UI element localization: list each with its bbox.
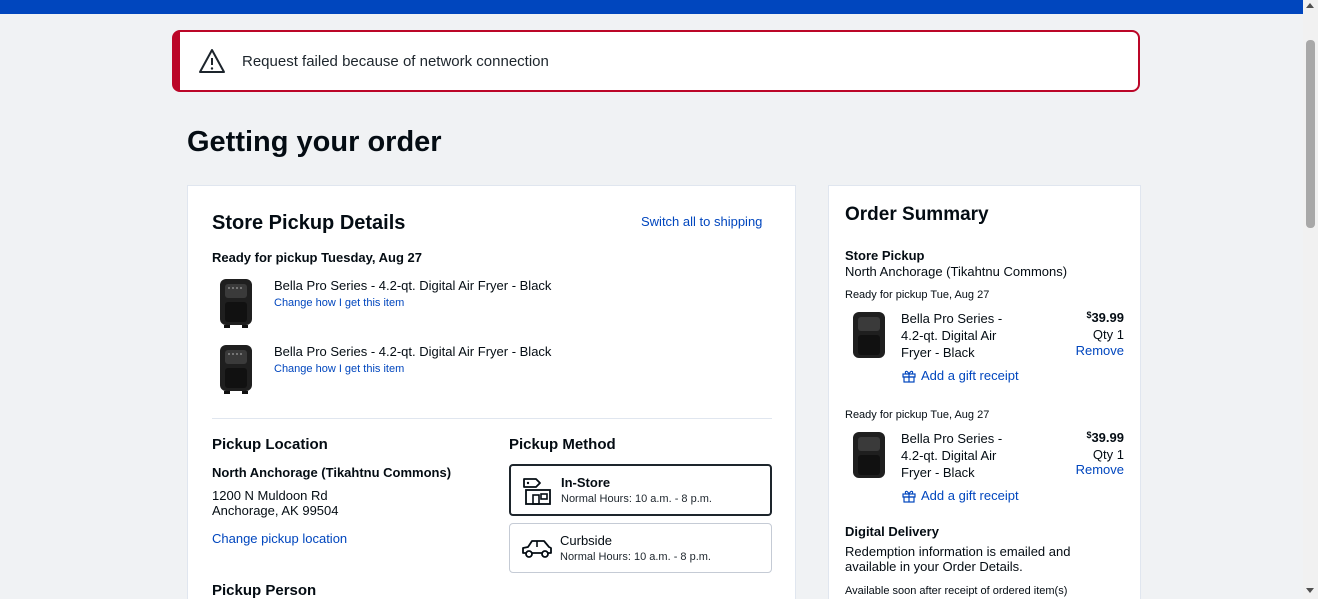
summary-item-price: $39.99 bbox=[1086, 430, 1124, 445]
summary-ready-date: Ready for pickup Tue, Aug 27 bbox=[845, 409, 990, 421]
digital-delivery-text-line2: available in your Order Details. bbox=[845, 559, 1023, 574]
in-store-hours: Normal Hours: 10 a.m. - 8 p.m. bbox=[561, 493, 712, 505]
warning-icon bbox=[199, 49, 225, 73]
air-fryer-product-image bbox=[853, 432, 885, 478]
gift-icon bbox=[902, 370, 916, 383]
summary-item-name-line1: Bella Pro Series - bbox=[901, 431, 1003, 446]
add-gift-receipt-link[interactable]: Add a gift receipt bbox=[921, 368, 1019, 383]
remove-item-link[interactable]: Remove bbox=[1076, 343, 1124, 358]
air-fryer-product-image[interactable] bbox=[216, 277, 256, 329]
gift-icon bbox=[902, 490, 916, 503]
summary-item-name-line1: Bella Pro Series - bbox=[901, 311, 1003, 326]
switch-to-shipping-link[interactable]: Switch all to shipping bbox=[641, 214, 762, 229]
scrollbar-thumb[interactable] bbox=[1306, 40, 1315, 228]
store-address-line1: 1200 N Muldoon Rd bbox=[212, 488, 328, 503]
pickup-ready-date: Ready for pickup Tuesday, Aug 27 bbox=[212, 250, 422, 265]
store-name: North Anchorage (Tikahtnu Commons) bbox=[212, 465, 452, 480]
error-alert: Request failed because of network connec… bbox=[172, 30, 1140, 92]
pickup-location-title: Pickup Location bbox=[212, 436, 328, 453]
section-divider bbox=[212, 418, 772, 419]
in-store-label: In-Store bbox=[561, 475, 611, 490]
page-title: Getting your order bbox=[187, 126, 442, 158]
change-fulfillment-link[interactable]: Change how I get this item bbox=[274, 297, 404, 309]
pickup-method-in-store[interactable]: In-Store Normal Hours: 10 a.m. - 8 p.m. bbox=[509, 464, 772, 516]
page-scrollbar[interactable] bbox=[1303, 0, 1318, 599]
summary-item-name-line3: Fryer - Black bbox=[901, 345, 975, 360]
store-address-line2: Anchorage, AK 99504 bbox=[212, 503, 339, 518]
pickup-method-title: Pickup Method bbox=[509, 436, 616, 453]
store-icon bbox=[523, 478, 551, 505]
pickup-person-title: Pickup Person bbox=[212, 582, 317, 599]
digital-delivery-note: Available soon after receipt of ordered … bbox=[845, 585, 1068, 597]
change-pickup-location-link[interactable]: Change pickup location bbox=[212, 531, 347, 546]
curbside-label: Curbside bbox=[560, 533, 613, 548]
digital-delivery-text-line1: Redemption information is emailed and bbox=[845, 544, 1071, 559]
air-fryer-product-image bbox=[853, 312, 885, 358]
car-icon bbox=[522, 540, 552, 558]
curbside-hours: Normal Hours: 10 a.m. - 8 p.m. bbox=[560, 551, 711, 563]
pickup-item-name[interactable]: Bella Pro Series - 4.2-qt. Digital Air F… bbox=[274, 278, 551, 293]
summary-item-price: $39.99 bbox=[1086, 310, 1124, 325]
summary-ready-date: Ready for pickup Tue, Aug 27 bbox=[845, 289, 990, 301]
order-summary-card: Order Summary Store Pickup North Anchora… bbox=[828, 185, 1141, 599]
store-pickup-heading: Store Pickup bbox=[845, 248, 925, 263]
summary-store-name: North Anchorage (Tikahtnu Commons) bbox=[845, 264, 1068, 279]
pickup-item-name[interactable]: Bella Pro Series - 4.2-qt. Digital Air F… bbox=[274, 344, 551, 359]
add-gift-receipt-link[interactable]: Add a gift receipt bbox=[921, 488, 1019, 503]
store-pickup-details-card: Store Pickup Details Switch all to shipp… bbox=[187, 185, 796, 599]
top-brand-bar bbox=[0, 0, 1303, 14]
summary-item-qty: Qty 1 bbox=[1092, 327, 1124, 342]
change-fulfillment-link[interactable]: Change how I get this item bbox=[274, 363, 404, 375]
summary-item-name-line2: 4.2-qt. Digital Air bbox=[901, 448, 997, 463]
digital-delivery-heading: Digital Delivery bbox=[845, 524, 939, 539]
order-summary-title: Order Summary bbox=[845, 204, 989, 225]
remove-item-link[interactable]: Remove bbox=[1076, 462, 1124, 477]
pickup-method-curbside[interactable]: Curbside Normal Hours: 10 a.m. - 8 p.m. bbox=[509, 523, 772, 573]
summary-item-name-line2: 4.2-qt. Digital Air bbox=[901, 328, 997, 343]
pickup-details-title: Store Pickup Details bbox=[212, 212, 406, 234]
air-fryer-product-image[interactable] bbox=[216, 343, 256, 395]
summary-item-qty: Qty 1 bbox=[1092, 447, 1124, 462]
summary-item-name-line3: Fryer - Black bbox=[901, 465, 975, 480]
scroll-down-arrow-icon[interactable] bbox=[1306, 588, 1314, 593]
alert-message: Request failed because of network connec… bbox=[242, 53, 549, 70]
scroll-up-arrow-icon[interactable] bbox=[1306, 3, 1314, 8]
